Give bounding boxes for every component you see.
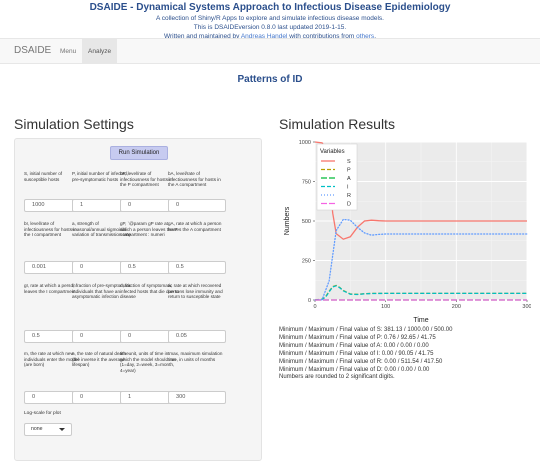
result-line: Minimum / Maximum / Final value of I: 0.… (279, 350, 434, 357)
x-axis-label: Time (413, 317, 428, 324)
param-input[interactable]: 300 (168, 391, 226, 404)
result-line: Minimum / Maximum / Final value of S: 38… (279, 327, 453, 333)
nav-tab-menu[interactable]: Menu (54, 39, 82, 64)
param-group: gA, rate at which a person leaves the A … (168, 221, 228, 274)
log-scale-label: Log-scale for plot (24, 411, 61, 416)
log-scale-value: none (31, 426, 43, 432)
x-tick-label: 0 (313, 304, 316, 310)
legend-label: R (347, 193, 351, 199)
legend-label: P (347, 168, 351, 174)
x-tick-label: 200 (452, 304, 461, 310)
y-tick-label: 750 (302, 180, 311, 186)
results-title: Simulation Results (279, 116, 395, 132)
legend-label: A (347, 176, 351, 182)
y-tick-label: 500 (302, 219, 311, 225)
param-input[interactable]: 0.5 (168, 261, 226, 274)
version-line: This is DSAIDEversion 0.8.0 last updated… (193, 24, 347, 31)
x-tick-label: 300 (522, 304, 531, 310)
log-scale-select[interactable]: none (24, 423, 72, 436)
page-title: Patterns of ID (237, 74, 303, 85)
app-subtitle: A collection of Shiny/R Apps to explore … (156, 15, 384, 22)
nav-tab-analyze[interactable]: Analyze (82, 39, 118, 64)
param-group: w, rate at which recovered persons lose … (168, 283, 228, 343)
param-label: w, rate at which recovered persons lose … (168, 283, 223, 300)
results-plot: 0 100 200 300 0 250 500 750 1000 Time Numbers Varia… (279, 138, 532, 324)
y-axis-label: Numbers (284, 206, 291, 235)
result-line: Minimum / Maximum / Final value of A: 0.… (279, 342, 429, 349)
x-tick-label: 100 (381, 304, 390, 310)
result-line: Minimum / Maximum / Final value of D: 0.… (279, 366, 430, 373)
result-line: Minimum / Maximum / Final value of R: 0.… (279, 358, 443, 365)
legend-label: S (347, 159, 351, 165)
y-tick-label: 250 (302, 259, 311, 265)
y-tick-label: 0 (308, 298, 311, 304)
result-line: Numbers are rounded to 2 significant dig… (279, 374, 395, 381)
param-group: tmax, maximum simulation time, in units … (168, 351, 228, 404)
param-group: bA, level/rate of infectiousness for hos… (168, 171, 228, 212)
app-header: DSAIDE - Dynamical Systems Approach to I… (0, 0, 540, 41)
param-input[interactable]: 0.05 (168, 330, 226, 343)
settings-title: Simulation Settings (14, 116, 134, 132)
param-label: tmax, maximum simulation time, in units … (168, 351, 223, 362)
results-chart: 0 100 200 300 0 250 500 750 1000 Time Numbers Varia… (284, 140, 532, 324)
result-line: Minimum / Maximum / Final value of P: 0.… (279, 334, 436, 341)
y-tick-label: 1000 (299, 140, 311, 146)
param-label: bA, level/rate of infectiousness for hos… (168, 171, 221, 188)
legend-label: D (347, 202, 351, 208)
param-input[interactable]: 0 (168, 199, 226, 212)
run-simulation-button[interactable]: Run Simulation (110, 146, 168, 160)
legend-title: Variables (320, 149, 345, 155)
navbar: DSAIDE Menu Analyze (0, 38, 540, 64)
navbar-brand[interactable]: DSAIDE (14, 45, 51, 56)
param-label: gA, rate at which a person leaves the A … (168, 221, 222, 232)
app-title: DSAIDE - Dynamical Systems Approach to I… (89, 2, 451, 13)
results-text: Minimum / Maximum / Final value of S: 38… (279, 327, 535, 382)
chevron-down-icon (59, 428, 65, 431)
